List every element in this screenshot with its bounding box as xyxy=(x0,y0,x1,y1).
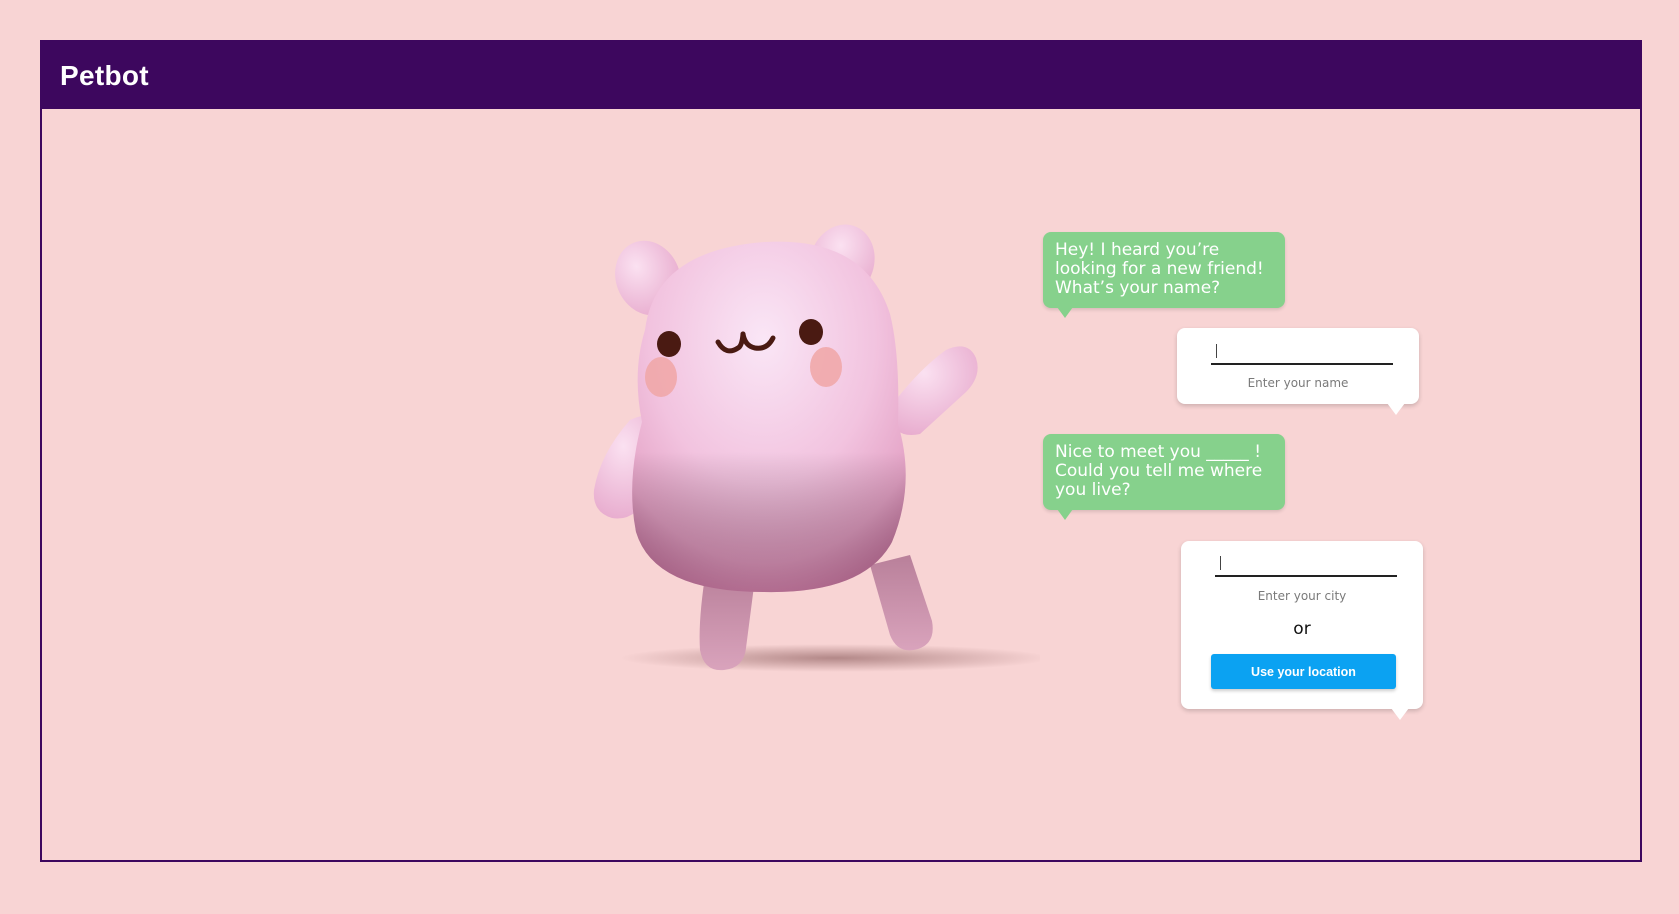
name-reply-card: Enter your name xyxy=(1177,328,1419,415)
bot-message-name-question: Hey! I heard you’re looking for a new fr… xyxy=(1043,232,1285,318)
city-input[interactable] xyxy=(1215,553,1397,575)
app-title: Petbot xyxy=(60,59,149,91)
name-input[interactable] xyxy=(1211,341,1393,363)
bot-message-location-question: Nice to meet you _____ ! Could you tell … xyxy=(1043,434,1285,520)
location-reply-card: Enter your city or Use your location xyxy=(1181,541,1423,720)
city-input-hint: Enter your city xyxy=(1257,589,1347,603)
or-separator: or xyxy=(1293,619,1311,639)
app-header: Petbot xyxy=(42,42,1640,109)
pink-hamster-mascot-icon xyxy=(593,224,1040,672)
use-location-button[interactable]: Use your location xyxy=(1211,654,1396,689)
name-field-underline xyxy=(1211,341,1393,365)
text-cursor xyxy=(1220,556,1221,570)
name-input-hint: Enter your name xyxy=(1247,376,1349,390)
city-field-underline xyxy=(1215,553,1397,577)
text-cursor xyxy=(1216,344,1217,358)
